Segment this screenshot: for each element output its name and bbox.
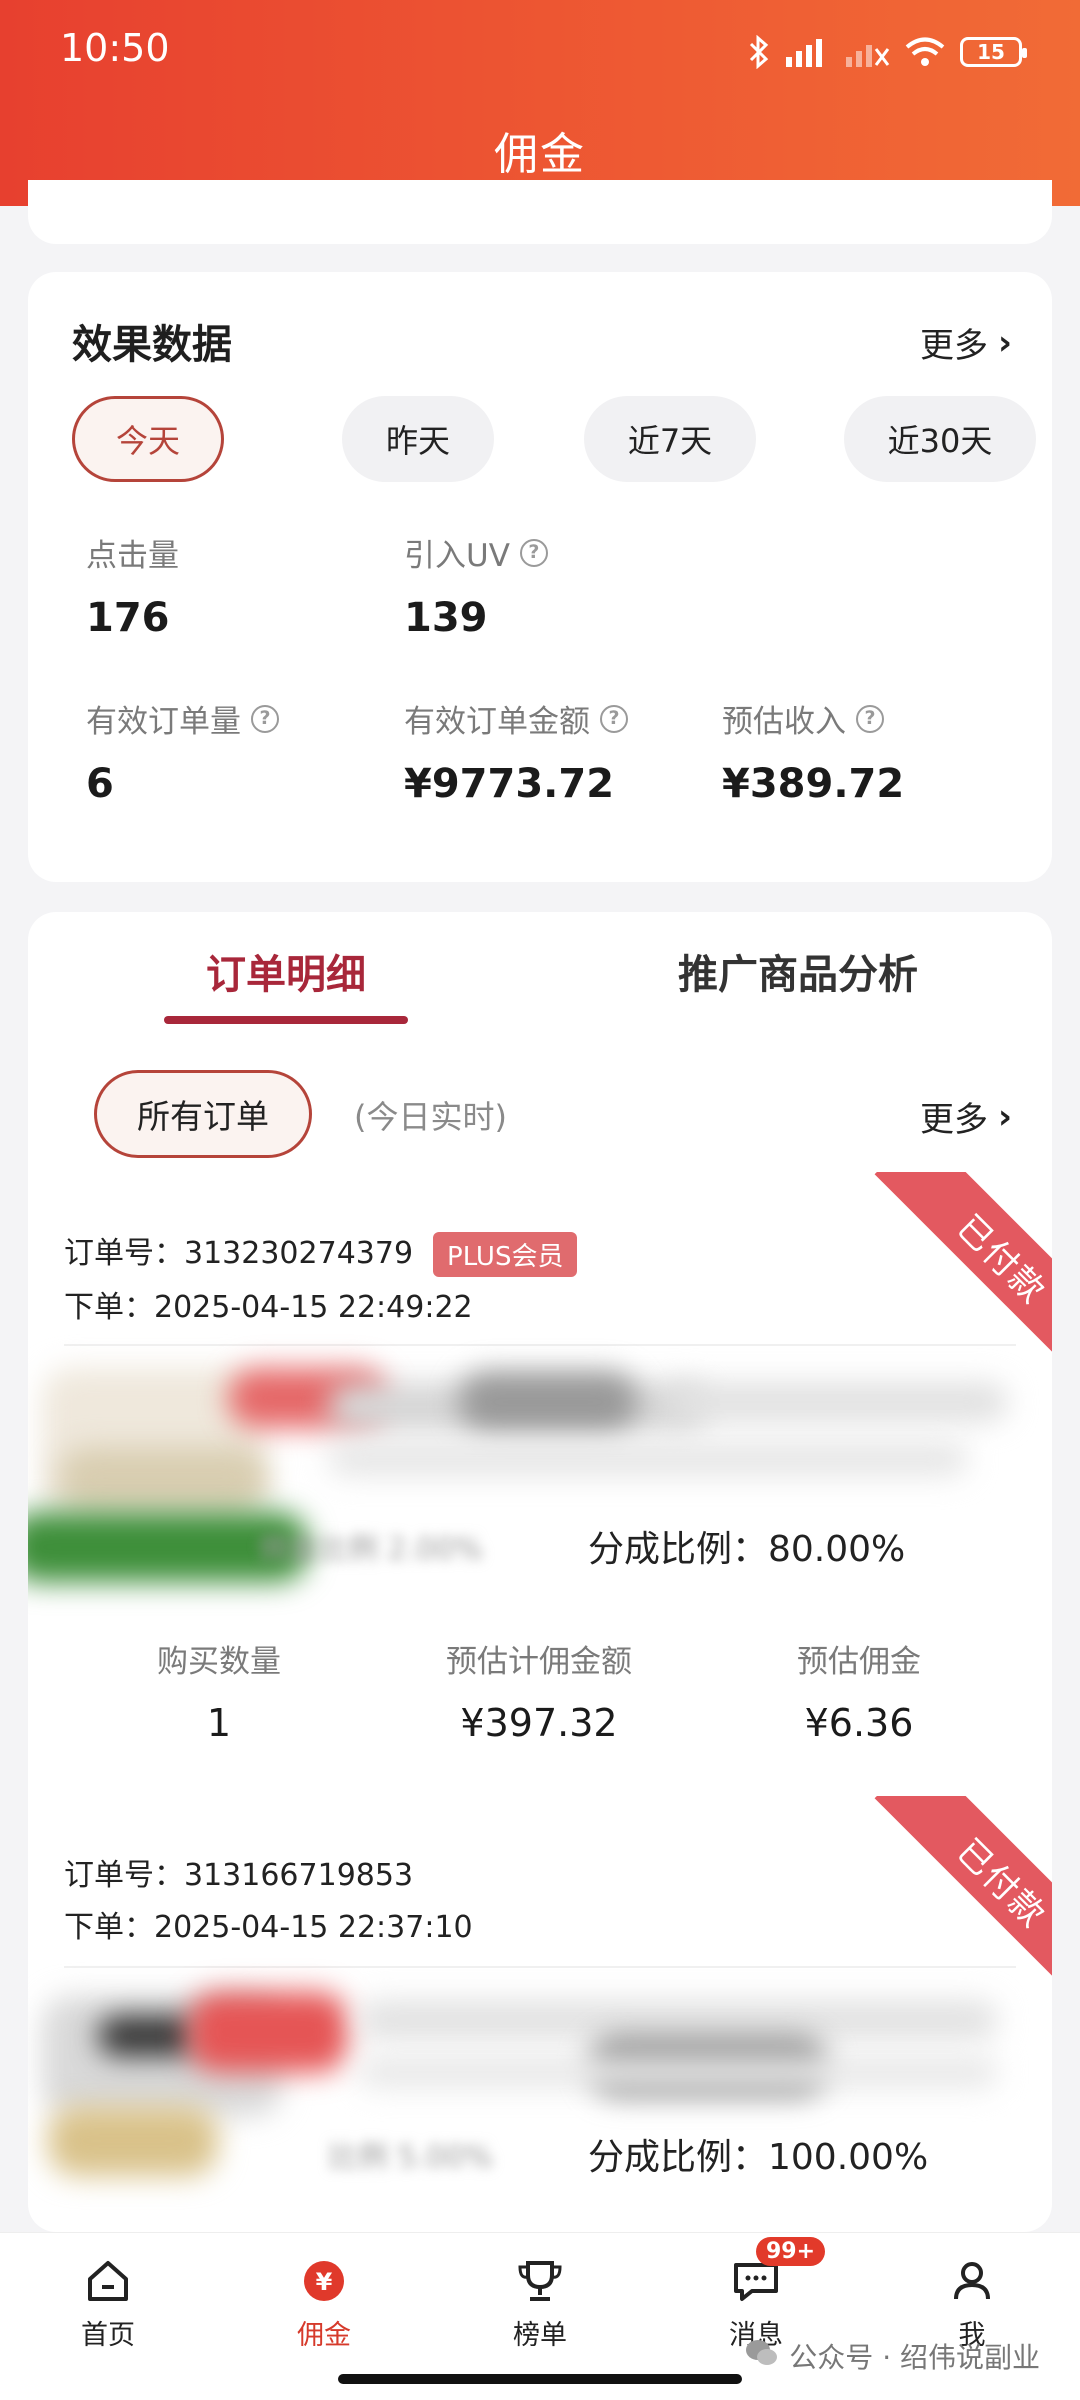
metric-est-income: 预估收入? ¥389.72 — [722, 696, 904, 807]
nav-label: 首页 — [81, 2320, 135, 2351]
chevron-right-icon: › — [997, 322, 1012, 363]
date-range-selector: 今天 昨天 近7天 近30天 — [72, 396, 1036, 486]
effect-data-title: 效果数据 — [72, 322, 232, 368]
top-card-stub — [28, 180, 1052, 244]
stat-label: 购买数量 — [157, 1644, 281, 1680]
split-ratio: 分成比例：100.00% — [588, 2137, 929, 2178]
battery-icon: 15 — [960, 37, 1027, 67]
watermark: 公众号 · 绍伟说副业 — [745, 2336, 1040, 2376]
metric-value: 139 — [404, 595, 488, 641]
stat-value: ¥6.36 — [804, 1701, 914, 1745]
order-time: 下单：2025-04-15 22:37:10 — [64, 1910, 473, 1945]
watermark-text: 公众号 · 绍伟说副业 — [789, 2341, 1040, 2374]
tab-order-detail[interactable]: 订单明细 — [206, 942, 366, 1000]
commission-ratio: 佣金比例 2.00% — [258, 1532, 483, 1567]
order-number-line: 订单号：313230274379 PLUS会员 — [64, 1228, 578, 1277]
metric-uv: 引入UV? 139 — [404, 530, 548, 641]
nav-commission[interactable]: ¥ 佣金 — [254, 2253, 394, 2352]
metric-valid-orders: 有效订单量? 6 — [86, 696, 279, 807]
help-icon[interactable]: ? — [251, 704, 279, 733]
metric-value: ¥9773.72 — [404, 761, 615, 807]
more-label: 更多 — [919, 326, 988, 366]
filter-all-orders[interactable]: 所有订单 — [94, 1070, 312, 1158]
filter-realtime-note: (今日实时) — [354, 1098, 507, 1136]
help-icon[interactable]: ? — [856, 704, 884, 733]
home-indicator[interactable] — [338, 2374, 742, 2384]
range-today[interactable]: 今天 — [72, 396, 224, 482]
nav-label: 佣金 — [297, 2320, 351, 2351]
order-time: 下单：2025-04-15 22:49:22 — [64, 1290, 473, 1325]
metric-label: 预估收入 — [722, 704, 846, 740]
bluetooth-icon — [749, 35, 769, 69]
stat-value: ¥397.32 — [460, 1701, 618, 1745]
stat-commission-base: 预估计佣金额 ¥397.32 — [374, 1636, 704, 1745]
metric-value: ¥389.72 — [722, 761, 905, 807]
order-item[interactable]: 已付款 订单号：313166719853 下单：2025-04-15 22:37… — [28, 1796, 1052, 2232]
order-number: 订单号：313230274379 — [64, 1236, 414, 1271]
order-item[interactable]: 已付款 订单号：313230274379 PLUS会员 下单：2025-04-15… — [28, 1172, 1052, 1745]
range-30-days[interactable]: 近30天 — [844, 396, 1036, 482]
status-time: 10:50 — [60, 26, 170, 70]
user-icon — [944, 2253, 1000, 2309]
signal-off-icon — [846, 45, 890, 67]
order-filter-row: 所有订单 (今日实时) — [94, 1070, 1012, 1160]
stat-value: 1 — [206, 1701, 232, 1745]
nav-home[interactable]: 首页 — [38, 2253, 178, 2352]
unread-badge: 99+ — [756, 2237, 826, 2266]
metric-label: 有效订单量 — [86, 704, 241, 740]
stat-label: 预估计佣金额 — [446, 1644, 632, 1680]
trophy-icon — [512, 2253, 568, 2309]
status-label: 已付款 — [874, 1172, 1052, 1372]
help-icon[interactable]: ? — [519, 538, 548, 567]
signal-icon — [786, 39, 822, 67]
stat-est-commission: 预估佣金 ¥6.36 — [694, 1636, 1024, 1745]
orders-more-link[interactable]: 更多 › — [920, 1092, 1012, 1141]
order-number: 订单号：313166719853 — [64, 1858, 414, 1893]
metric-label: 点击量 — [86, 538, 179, 574]
effect-more-link[interactable]: 更多 › — [920, 318, 1012, 367]
divider — [64, 1344, 1016, 1346]
wifi-icon — [905, 37, 945, 66]
tab-product-analysis[interactable]: 推广商品分析 — [678, 942, 918, 1000]
help-icon[interactable]: ? — [600, 704, 628, 733]
metric-label: 有效订单金额 — [404, 704, 590, 740]
stat-label: 预估佣金 — [797, 1644, 921, 1680]
message-icon: 99+ — [728, 2237, 826, 2309]
status-icons: 15 — [748, 30, 1027, 74]
range-7-days[interactable]: 近7天 — [584, 396, 756, 482]
nav-ranking[interactable]: 榜单 — [470, 2253, 610, 2352]
page-title: 佣金 — [494, 129, 586, 180]
status-ribbon: 已付款 — [852, 1172, 1052, 1372]
effect-data-card: 效果数据 更多 › 今天 昨天 近7天 近30天 点击量 176 引入UV? 1… — [28, 272, 1052, 882]
order-detail-card: 订单明细 推广商品分析 所有订单 (今日实时) 更多 › 已付款 订单号：313… — [28, 912, 1052, 2232]
stat-quantity: 购买数量 1 — [54, 1636, 384, 1745]
app-header: 10:50 15 佣金 — [0, 0, 1080, 206]
active-tab-indicator — [164, 1016, 408, 1024]
commission-ratio: 比例 5.00% — [328, 2140, 493, 2175]
svg-text:¥: ¥ — [316, 2268, 333, 2296]
home-icon — [80, 2253, 136, 2309]
nav-label: 榜单 — [513, 2320, 567, 2351]
wechat-logo-icon — [745, 2338, 779, 2375]
yuan-coin-icon: ¥ — [296, 2253, 352, 2309]
more-label: 更多 — [919, 1100, 988, 1140]
metric-value: 176 — [86, 595, 170, 641]
plus-member-badge: PLUS会员 — [433, 1232, 578, 1277]
metric-clicks: 点击量 176 — [86, 530, 179, 641]
split-ratio: 分成比例：80.00% — [588, 1529, 906, 1570]
order-tabs: 订单明细 推广商品分析 — [28, 912, 1052, 1032]
divider — [64, 1966, 1016, 1968]
metric-value: 6 — [86, 761, 114, 807]
chevron-right-icon: › — [997, 1096, 1012, 1137]
range-yesterday[interactable]: 昨天 — [342, 396, 494, 482]
metric-order-amount: 有效订单金额? ¥9773.72 — [404, 696, 628, 807]
metric-label: 引入UV — [404, 538, 510, 574]
